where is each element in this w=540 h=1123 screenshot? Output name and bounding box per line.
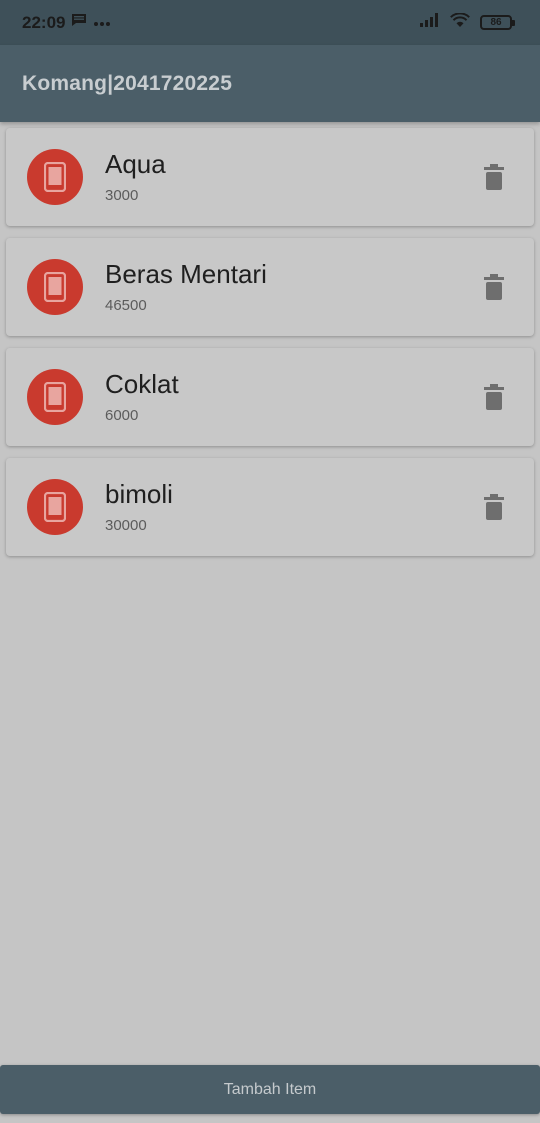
item-price: 46500 [105, 297, 147, 315]
delete-button[interactable] [480, 491, 508, 523]
list-item[interactable]: Beras Mentari 46500 [6, 238, 534, 336]
status-bar: 22:09 86 [0, 0, 540, 45]
item-price: 3000 [105, 187, 139, 205]
item-text: bimoli 30000 [105, 478, 480, 535]
phone-device-icon [27, 259, 83, 315]
delete-button[interactable] [480, 381, 508, 413]
item-price: 30000 [105, 517, 147, 535]
phone-device-icon [27, 369, 83, 425]
wifi-icon [450, 11, 470, 33]
app-bar: Komang|2041720225 [0, 45, 540, 122]
signal-icon [420, 13, 440, 32]
item-name: Aqua [105, 148, 166, 179]
message-icon [71, 13, 87, 32]
list-item[interactable]: bimoli 30000 [6, 458, 534, 556]
trash-icon [484, 274, 504, 300]
list-item[interactable]: Coklat 6000 [6, 348, 534, 446]
phone-device-icon [27, 149, 83, 205]
delete-button[interactable] [480, 161, 508, 193]
status-time: 22:09 [22, 12, 66, 32]
app-title: Komang|2041720225 [22, 71, 233, 95]
item-name: bimoli [105, 478, 173, 509]
phone-device-icon [27, 479, 83, 535]
item-name: Beras Mentari [105, 258, 267, 289]
status-right: 86 [420, 11, 515, 33]
item-list: Aqua 3000 Beras Mentari 46500 Coklat 600… [6, 128, 534, 568]
list-item[interactable]: Aqua 3000 [6, 128, 534, 226]
trash-icon [484, 494, 504, 520]
trash-icon [484, 164, 504, 190]
add-item-button[interactable]: Tambah Item [0, 1065, 540, 1114]
item-text: Beras Mentari 46500 [105, 258, 480, 315]
status-left: 22:09 [22, 13, 111, 33]
trash-icon [484, 384, 504, 410]
item-text: Coklat 6000 [105, 368, 480, 425]
item-text: Aqua 3000 [105, 148, 480, 205]
item-price: 6000 [105, 407, 139, 425]
item-name: Coklat [105, 368, 179, 399]
battery-icon: 86 [480, 15, 515, 30]
more-dots-icon [93, 14, 111, 32]
delete-button[interactable] [480, 271, 508, 303]
